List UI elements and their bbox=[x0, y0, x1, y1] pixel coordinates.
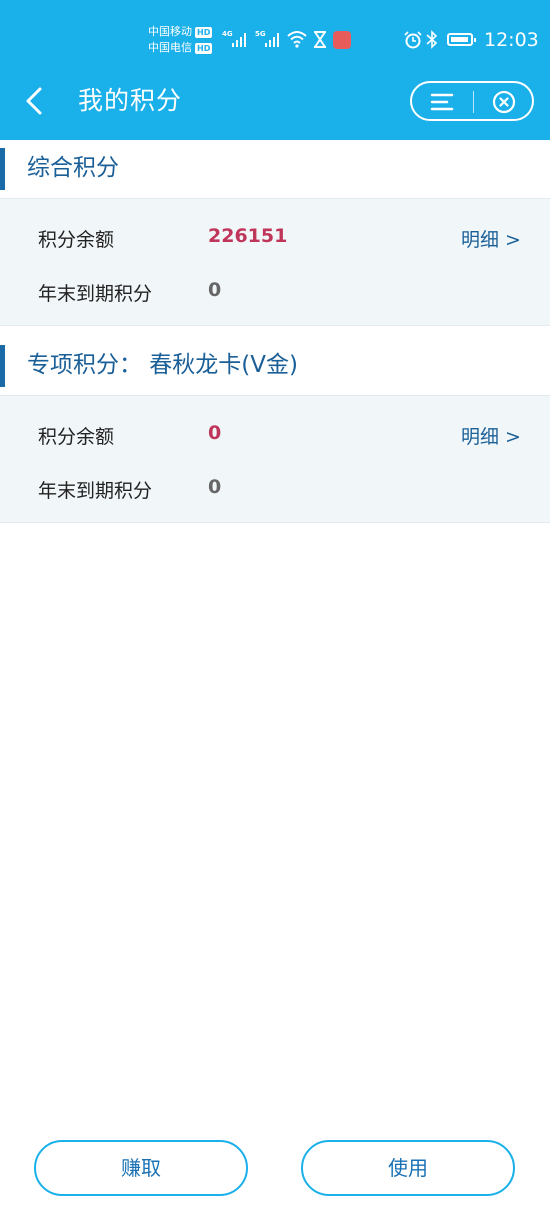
app-notification-icon bbox=[333, 31, 351, 49]
carrier-2: 中国电信 bbox=[148, 41, 192, 54]
section-accent-bar bbox=[0, 148, 5, 190]
section-title: 专项积分： 春秋龙卡(V金) bbox=[27, 352, 298, 378]
carrier-1: 中国移动 bbox=[148, 25, 192, 38]
signal-icon bbox=[232, 33, 246, 47]
detail-link[interactable]: 明细 > bbox=[461, 227, 521, 253]
expiring-value: 0 bbox=[208, 279, 222, 301]
expiring-label: 年末到期积分 bbox=[38, 283, 153, 305]
hd-badge: HD bbox=[195, 26, 213, 38]
signal-icon bbox=[265, 33, 279, 47]
back-icon[interactable] bbox=[22, 84, 52, 118]
section-title: 综合积分 bbox=[27, 155, 119, 181]
points-panel-special: 积分余额 0 明细 > 年末到期积分 0 bbox=[0, 395, 550, 523]
hd-badge: HD bbox=[195, 42, 213, 54]
close-circle-icon[interactable] bbox=[492, 90, 516, 114]
section-accent-bar bbox=[0, 345, 5, 387]
section-header-comprehensive: 综合积分 bbox=[0, 140, 550, 198]
carrier-info: 中国移动 HD 中国电信 HD bbox=[148, 24, 213, 56]
menu-icon[interactable] bbox=[430, 92, 454, 112]
detail-link[interactable]: 明细 > bbox=[461, 424, 521, 450]
section-header-special: 专项积分： 春秋龙卡(V金) bbox=[0, 337, 550, 395]
page-title: 我的积分 bbox=[78, 86, 183, 115]
top-bar: 中国移动 HD 中国电信 HD 4G 5G 12:03 我的积分 bbox=[0, 0, 550, 140]
clock: 12:03 bbox=[484, 29, 539, 51]
wifi-icon bbox=[287, 31, 307, 48]
status-bar: 中国移动 HD 中国电信 HD 4G 5G 12:03 bbox=[0, 0, 550, 64]
bluetooth-icon bbox=[426, 30, 438, 49]
use-button[interactable]: 使用 bbox=[301, 1140, 515, 1196]
balance-label: 积分余额 bbox=[38, 229, 115, 251]
balance-value: 226151 bbox=[208, 225, 288, 247]
battery-icon bbox=[447, 33, 476, 46]
balance-label: 积分余额 bbox=[38, 426, 115, 448]
hourglass-icon bbox=[314, 31, 326, 48]
earn-button[interactable]: 赚取 bbox=[34, 1140, 248, 1196]
capsule-divider bbox=[473, 91, 474, 113]
expiring-label: 年末到期积分 bbox=[38, 480, 153, 502]
points-panel-comprehensive: 积分余额 226151 明细 > 年末到期积分 0 bbox=[0, 198, 550, 326]
alarm-icon bbox=[404, 31, 422, 49]
balance-value: 0 bbox=[208, 422, 222, 444]
expiring-value: 0 bbox=[208, 476, 222, 498]
mini-program-capsule bbox=[410, 81, 534, 121]
